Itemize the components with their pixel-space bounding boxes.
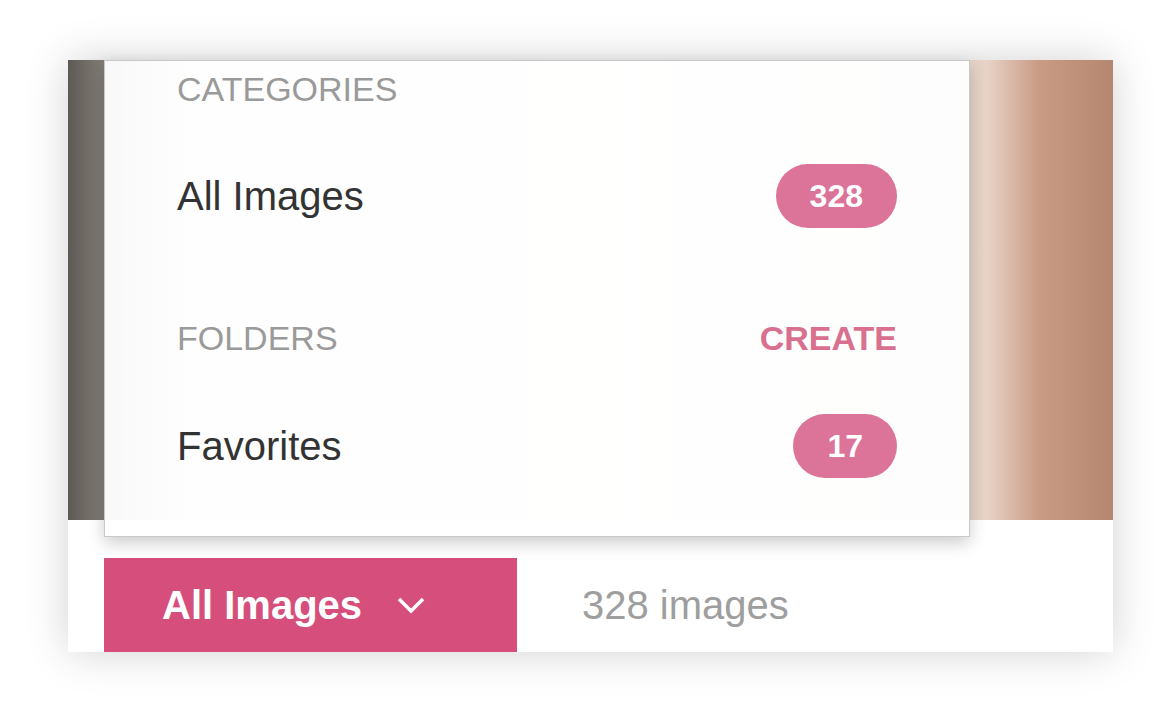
- image-panel: All Images 328 images CATEGORIES All Images…: [68, 60, 1113, 652]
- category-dropdown-button[interactable]: All Images: [104, 558, 517, 652]
- dropdown-label: All Images: [162, 575, 362, 635]
- chevron-down-icon: [396, 596, 426, 614]
- toolbar: All Images 328 images: [68, 520, 1113, 652]
- menu-item[interactable]: All Images 328: [177, 164, 897, 228]
- section-heading: CATEGORIES: [177, 69, 397, 109]
- count-badge: 17: [793, 414, 897, 478]
- menu-item-label: All Images: [177, 166, 364, 226]
- image-count: 328 images: [517, 558, 789, 652]
- menu-section-header: FOLDERS CREATE: [177, 318, 897, 358]
- count-badge: 328: [776, 164, 897, 228]
- menu-item[interactable]: Favorites 17: [177, 414, 897, 478]
- section-heading: FOLDERS: [177, 318, 338, 358]
- menu-section-header: CATEGORIES: [177, 69, 897, 109]
- menu-item-label: Favorites: [177, 416, 342, 476]
- create-button[interactable]: CREATE: [760, 318, 897, 358]
- category-menu: CATEGORIES All Images 328 FOLDERS CREATE Favo…: [104, 60, 970, 537]
